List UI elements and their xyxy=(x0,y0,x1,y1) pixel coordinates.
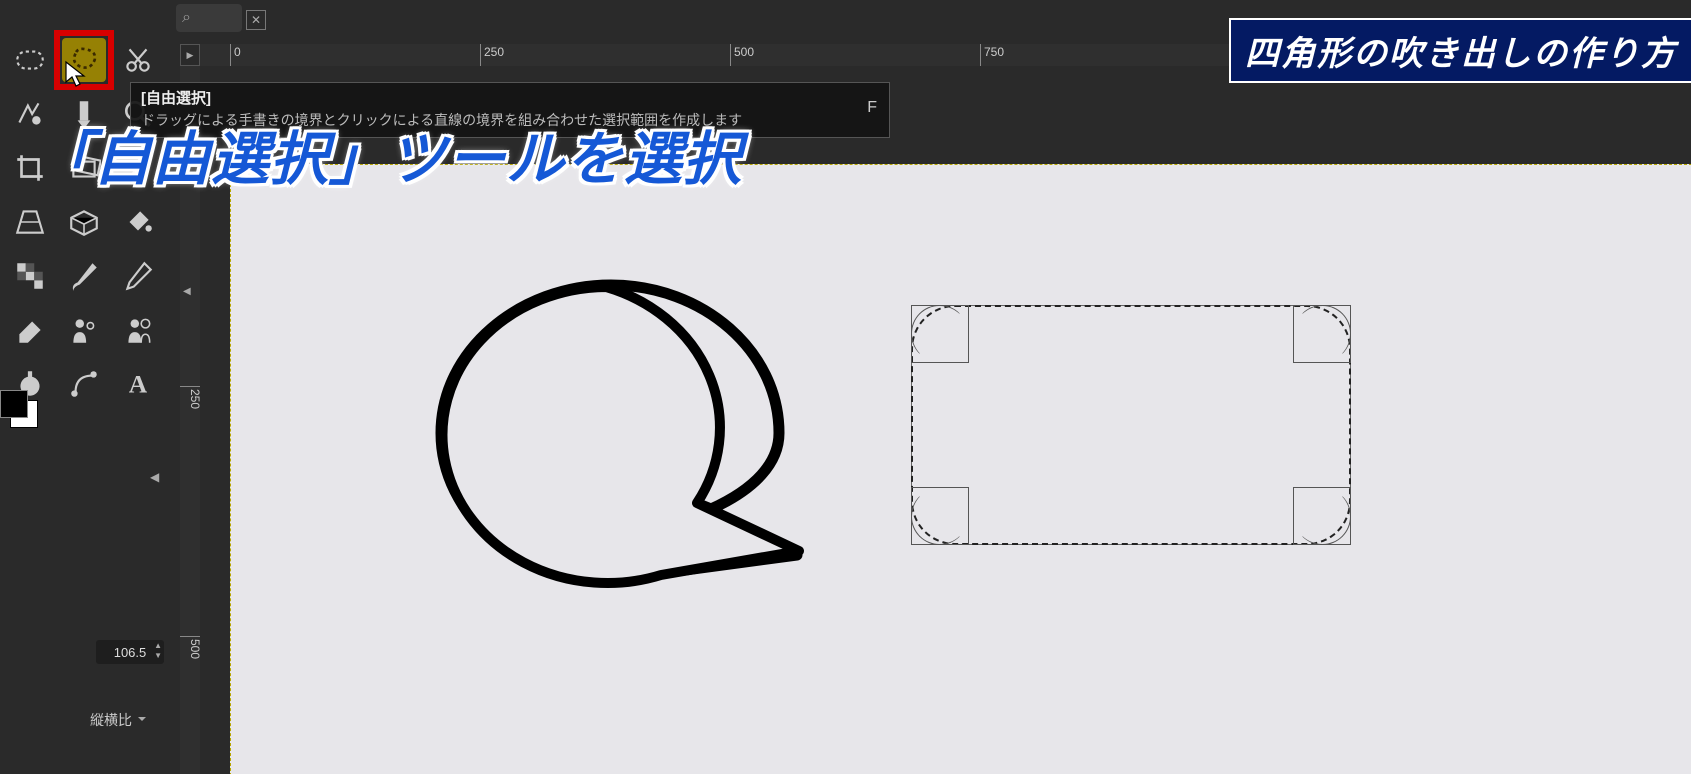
fg-bg-color-swatch[interactable] xyxy=(0,390,40,430)
fg-color[interactable] xyxy=(0,390,28,418)
panel-collapse-arrow-icon[interactable]: ◀ xyxy=(150,470,159,484)
eraser-tool[interactable] xyxy=(6,306,54,354)
ruler-h-tick: 500 xyxy=(730,44,754,67)
tooltip-title: [自由選択] xyxy=(141,87,879,108)
ruler-h-tick: 250 xyxy=(480,44,504,67)
paintbrush-tool[interactable] xyxy=(60,252,108,300)
close-icon[interactable]: ✕ xyxy=(246,10,266,30)
tutorial-caption: 「自由選択」ツールを選択 xyxy=(34,112,742,196)
bucket-fill-tool[interactable] xyxy=(114,198,162,246)
scissors-select-tool[interactable] xyxy=(114,36,162,84)
canvas-page[interactable] xyxy=(230,164,1691,774)
transform-3d-tool[interactable] xyxy=(60,198,108,246)
search-input[interactable]: ⌕ xyxy=(176,4,242,32)
tooltip-shortcut: F xyxy=(867,99,877,117)
mouse-cursor-icon xyxy=(64,60,86,88)
stepper-icon[interactable]: ▲▼ xyxy=(154,641,162,661)
ruler-v-tick: 500 xyxy=(180,636,202,659)
tutorial-banner: 四角形の吹き出しの作り方 xyxy=(1229,18,1691,83)
ruler-origin-icon[interactable]: ▶ xyxy=(180,44,200,66)
svg-text:A: A xyxy=(129,370,148,399)
ruler-h-tick: 0 xyxy=(230,44,241,67)
pencil-tool[interactable] xyxy=(114,252,162,300)
aspect-ratio-dropdown[interactable]: 縦横比 xyxy=(90,710,146,730)
ruler-h-tick: 750 xyxy=(980,44,1004,67)
rect-select-tool[interactable] xyxy=(6,36,54,84)
rounded-rect-selection[interactable] xyxy=(911,305,1351,545)
heal-tool[interactable] xyxy=(114,306,162,354)
speech-bubble-shape xyxy=(401,275,821,610)
zoom-value: 106.5 xyxy=(114,645,147,660)
perspective-tool[interactable] xyxy=(6,198,54,246)
path-tool[interactable] xyxy=(60,360,108,408)
zoom-value-input[interactable]: 106.5 ▲▼ xyxy=(96,640,164,664)
search-icon: ⌕ xyxy=(182,9,191,27)
ruler-v-tick: 250 xyxy=(180,386,202,409)
text-tool[interactable]: A xyxy=(114,360,162,408)
ruler-collapse-icon[interactable]: ◀ xyxy=(183,286,191,297)
clone-tool[interactable] xyxy=(60,306,108,354)
gradient-tool[interactable] xyxy=(6,252,54,300)
selection-marching-ants xyxy=(911,305,1351,545)
